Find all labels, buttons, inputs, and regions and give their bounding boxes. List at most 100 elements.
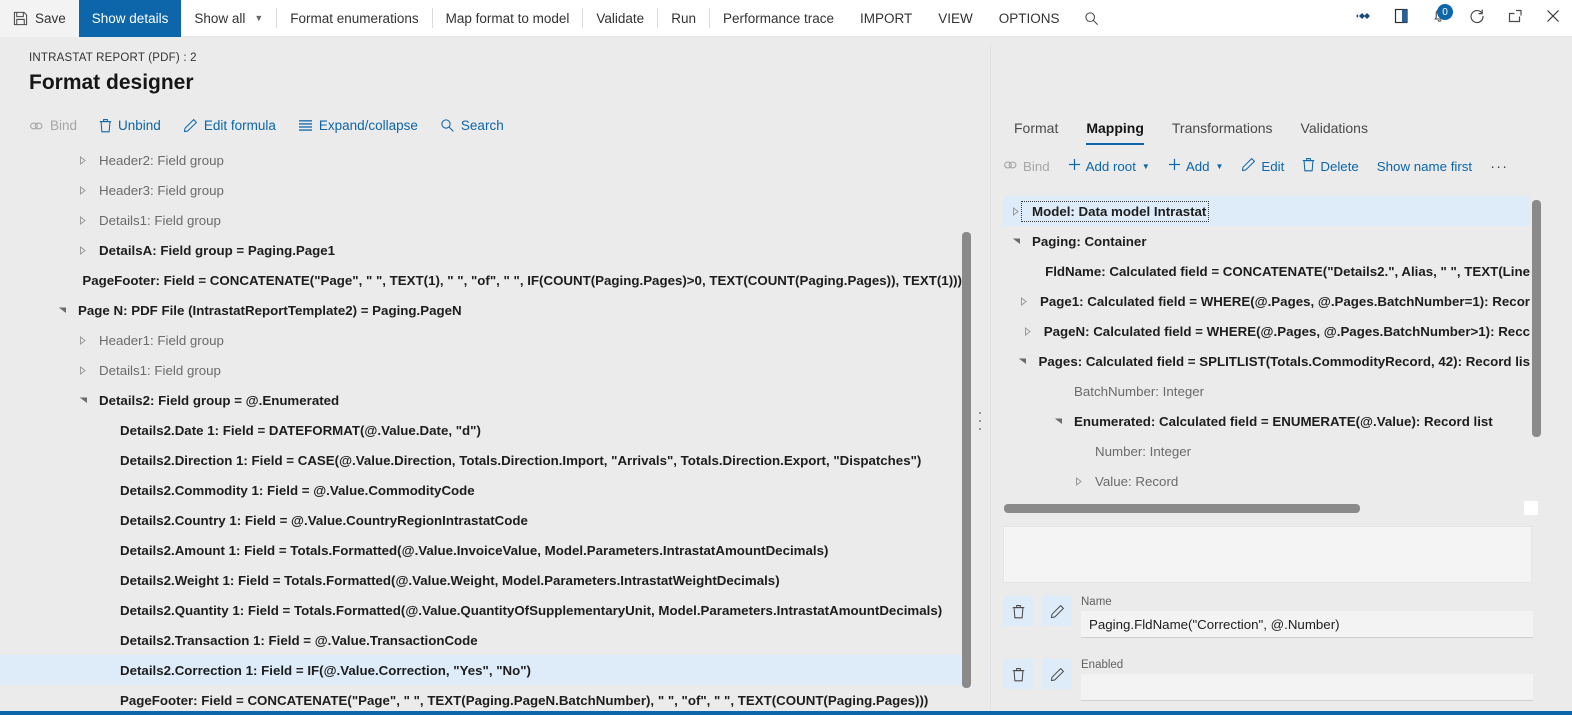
data-sources-horizontal-scrollbar[interactable] — [1004, 504, 1360, 513]
bind-action[interactable]: Bind — [29, 114, 88, 137]
delete-enabled-binding-button[interactable] — [1003, 659, 1033, 689]
right-action-bind[interactable]: Bind — [1003, 158, 1050, 175]
format-tree-row[interactable]: Details2.Direction 1: Field = CASE(@.Val… — [0, 445, 962, 475]
notifications-button[interactable]: 0 — [1420, 0, 1458, 37]
chevron-right-icon[interactable] — [75, 335, 91, 345]
delete-name-binding-button[interactable] — [1003, 596, 1033, 626]
tab-format[interactable]: Format — [1000, 114, 1072, 145]
panel-splitter-handle[interactable] — [976, 412, 984, 430]
chevron-down-icon[interactable] — [1050, 417, 1066, 425]
data-source-row[interactable]: Page1: Calculated field = WHERE(@.Pages,… — [1003, 286, 1530, 316]
format-tree[interactable]: Header2: Field group Header3: Field group… — [0, 145, 962, 715]
properties-preview-box — [1003, 526, 1532, 583]
chevron-down-icon[interactable] — [1008, 237, 1024, 245]
chevron-right-icon[interactable] — [1020, 326, 1036, 336]
edit-name-binding-button[interactable] — [1042, 596, 1072, 626]
chevron-right-icon[interactable] — [75, 185, 91, 195]
data-source-row[interactable]: Enumerated: Calculated field = ENUMERATE… — [1003, 406, 1530, 436]
chevron-right-icon[interactable] — [1008, 206, 1024, 216]
format-tree-row[interactable]: Details2: Field group = @.Enumerated — [0, 385, 962, 415]
options-menu[interactable]: OPTIONS — [986, 0, 1073, 37]
right-action-delete[interactable]: Delete — [1302, 157, 1359, 175]
data-source-row[interactable]: PageN: Calculated field = WHERE(@.Pages,… — [1003, 316, 1530, 346]
show-all-dropdown[interactable]: Show all ▼ — [181, 0, 276, 37]
data-sources-tree[interactable]: Model: Data model Intrastat Paging: Conta… — [1003, 196, 1530, 496]
right-action-add-root[interactable]: Add root ▼ — [1068, 158, 1150, 174]
run-button[interactable]: Run — [658, 0, 709, 37]
right-action-show-name-first[interactable]: Show name first — [1377, 159, 1472, 174]
data-sources-vertical-scrollbar[interactable] — [1532, 200, 1541, 437]
right-action-add[interactable]: Add ▼ — [1168, 158, 1223, 174]
right-action-edit[interactable]: Edit — [1241, 157, 1284, 175]
chevron-right-icon[interactable] — [75, 215, 91, 225]
edit-formula-action[interactable]: Edit formula — [183, 114, 287, 137]
pencil-icon — [1050, 604, 1065, 619]
chevron-right-icon[interactable] — [1071, 476, 1087, 486]
performance-trace-button[interactable]: Performance trace — [710, 0, 847, 37]
right-action-label: Show name first — [1376, 158, 1473, 174]
data-source-row[interactable]: Value: Record — [1003, 466, 1530, 496]
data-source-row[interactable]: BatchNumber: Integer — [1003, 376, 1530, 406]
format-tree-row[interactable]: Details2.Commodity 1: Field = @.Value.Co… — [0, 475, 962, 505]
chevron-down-icon[interactable] — [75, 396, 91, 404]
search-button[interactable] — [1073, 0, 1111, 37]
format-tree-row[interactable]: Details2.Correction 1: Field = IF(@.Valu… — [0, 655, 962, 685]
chevron-right-icon[interactable] — [1016, 296, 1032, 306]
format-tree-row[interactable]: PageFooter: Field = CONCATENATE("Page", … — [0, 265, 962, 295]
unbind-action[interactable]: Unbind — [99, 114, 172, 137]
help-pane-button[interactable] — [1382, 0, 1420, 37]
format-tree-row[interactable]: Header3: Field group — [0, 175, 962, 205]
map-format-to-model-button[interactable]: Map format to model — [433, 0, 583, 37]
chevron-down-icon[interactable] — [54, 306, 70, 314]
format-enumerations-button[interactable]: Format enumerations — [277, 0, 431, 37]
format-tree-row[interactable]: Details1: Field group — [0, 205, 962, 235]
popout-button[interactable] — [1496, 0, 1534, 37]
format-tree-row[interactable]: Details2.Country 1: Field = @.Value.Coun… — [0, 505, 962, 535]
format-tree-row-label: Details1: Field group — [99, 362, 221, 378]
tab-validations[interactable]: Validations — [1287, 114, 1382, 145]
format-tree-row[interactable]: DetailsA: Field group = Paging.Page1 — [0, 235, 962, 265]
data-source-row[interactable]: FldName: Calculated field = CONCATENATE(… — [1003, 256, 1530, 286]
format-tree-row[interactable]: Details2.Date 1: Field = DATEFORMAT(@.Va… — [0, 415, 962, 445]
import-menu[interactable]: IMPORT — [847, 0, 925, 37]
overflow-menu-button[interactable]: ··· — [1490, 158, 1508, 175]
dynamics-logo-button[interactable] — [1344, 0, 1382, 37]
edit-enabled-binding-button[interactable] — [1042, 659, 1072, 689]
chevron-right-icon[interactable] — [75, 365, 91, 375]
chevron-down-icon[interactable] — [1015, 357, 1031, 365]
view-menu[interactable]: VIEW — [925, 0, 986, 37]
name-field-value[interactable]: Paging.FldName("Correction", @.Number) — [1081, 611, 1533, 638]
format-tree-row-label: Header3: Field group — [99, 182, 224, 198]
chevron-right-icon[interactable] — [75, 155, 91, 165]
validate-button[interactable]: Validate — [583, 0, 657, 37]
format-tree-row[interactable]: Details1: Field group — [0, 355, 962, 385]
format-tree-row[interactable]: Details2.Amount 1: Field = Totals.Format… — [0, 535, 962, 565]
close-button[interactable] — [1534, 0, 1572, 37]
format-tree-row[interactable]: Details2.Weight 1: Field = Totals.Format… — [0, 565, 962, 595]
format-tree-vertical-scrollbar[interactable] — [962, 232, 971, 688]
tab-label: Mapping — [1086, 120, 1144, 136]
data-source-row[interactable]: Model: Data model Intrastat — [1003, 196, 1530, 226]
data-source-row-label: Page1: Calculated field = WHERE(@.Pages,… — [1040, 293, 1530, 309]
data-source-row[interactable]: Number: Integer — [1003, 436, 1530, 466]
data-source-row-label: Paging: Container — [1032, 233, 1147, 249]
format-tree-row-label: Details2.Country 1: Field = @.Value.Coun… — [120, 512, 528, 528]
format-tree-row[interactable]: Header2: Field group — [0, 145, 962, 175]
refresh-button[interactable] — [1458, 0, 1496, 37]
enabled-field-value[interactable] — [1081, 674, 1533, 701]
format-tree-row[interactable]: Page N: PDF File (IntrastatReportTemplat… — [0, 295, 962, 325]
show-details-button[interactable]: Show details — [78, 0, 182, 37]
save-button[interactable]: Save — [0, 0, 79, 37]
data-source-row[interactable]: Paging: Container — [1003, 226, 1530, 256]
expand-collapse-action[interactable]: Expand/collapse — [298, 114, 429, 137]
name-field-label: Name — [1081, 596, 1112, 608]
data-source-row-label: FldName: Calculated field = CONCATENATE(… — [1045, 263, 1530, 279]
tab-transformations[interactable]: Transformations — [1158, 114, 1287, 145]
format-tree-row[interactable]: Header1: Field group — [0, 325, 962, 355]
format-tree-row[interactable]: Details2.Quantity 1: Field = Totals.Form… — [0, 595, 962, 625]
tab-mapping[interactable]: Mapping — [1072, 114, 1158, 145]
chevron-right-icon[interactable] — [75, 245, 91, 255]
format-tree-row[interactable]: Details2.Transaction 1: Field = @.Value.… — [0, 625, 962, 655]
data-source-row[interactable]: Pages: Calculated field = SPLITLIST(Tota… — [1003, 346, 1530, 376]
search-action[interactable]: Search — [440, 114, 515, 137]
